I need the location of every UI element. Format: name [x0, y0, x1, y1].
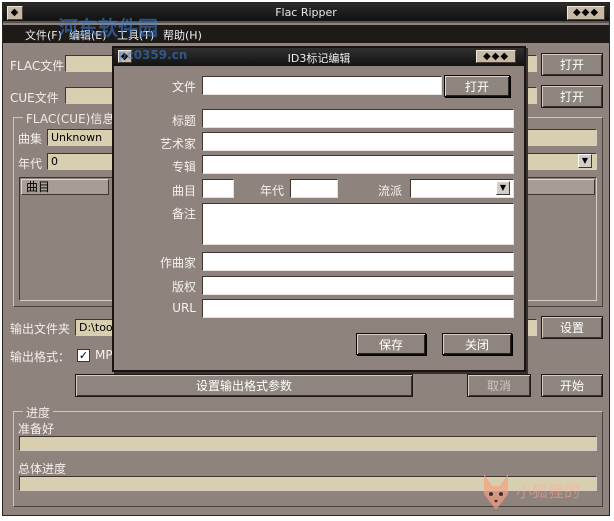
progress-group-box: [13, 411, 603, 507]
settings-button[interactable]: 设置: [541, 316, 603, 339]
album-label: 曲集: [18, 132, 43, 146]
dialog-window-controls[interactable]: ◆◆◆: [476, 50, 516, 63]
dialog-year-input[interactable]: [290, 179, 338, 198]
fox-logo-icon: [478, 470, 514, 514]
output-format-label: 输出格式：: [10, 350, 71, 364]
dialog-album-label: 专辑: [171, 160, 196, 174]
ready-status: 准备好: [18, 422, 55, 436]
menu-help[interactable]: 帮助(H): [163, 27, 202, 43]
info-group-title: FLAC(CUE)信息: [23, 110, 118, 127]
dialog-close-button[interactable]: 关闭: [442, 333, 512, 355]
dialog-file-input[interactable]: [202, 76, 442, 95]
dialog-composer-label: 作曲家: [159, 256, 196, 270]
total-progress-label: 总体进度: [18, 462, 67, 476]
id3-dialog: ◆ ID3标记编辑 ◆◆◆ 文件 打开 标题 艺术家 专辑 曲目 年代 流派 ▼…: [112, 46, 526, 372]
dialog-title-label: 标题: [171, 114, 196, 128]
dialog-url-input[interactable]: [202, 299, 514, 318]
track-column-header-right[interactable]: [527, 179, 595, 195]
watermark-site: 河东软件园: [58, 16, 158, 40]
menu-file[interactable]: 文件(F): [25, 27, 62, 43]
dialog-composer-input[interactable]: [202, 252, 514, 271]
year-label: 年代: [18, 157, 43, 171]
output-folder-label: 输出文件夹: [10, 322, 71, 336]
track-column-header[interactable]: 曲目: [21, 179, 109, 195]
watermark-url: pc0359.cn: [118, 48, 188, 62]
dialog-track-label: 曲目: [171, 184, 196, 198]
progress-group-title: 进度: [23, 404, 54, 421]
genre-dropdown-icon[interactable]: ▼: [578, 154, 592, 168]
file-progress-bar: [19, 436, 597, 451]
dialog-genre-dropdown-icon[interactable]: ▼: [496, 181, 510, 195]
mp3-label: MP: [95, 348, 113, 362]
flac-file-input[interactable]: [65, 55, 115, 72]
format-params-button[interactable]: 设置输出格式参数: [75, 374, 413, 397]
dialog-artist-input[interactable]: [202, 132, 514, 151]
output-folder-input[interactable]: D:\tool: [75, 319, 115, 336]
start-button[interactable]: 开始: [541, 374, 603, 397]
dialog-genre-label: 流派: [377, 184, 402, 198]
track-list[interactable]: 曲目: [19, 177, 115, 301]
cue-file-input[interactable]: [65, 87, 115, 104]
dialog-year-label: 年代: [259, 184, 284, 198]
watermark-corner: 小狐狸的: [516, 482, 581, 501]
year-input[interactable]: 0: [47, 153, 115, 170]
flac-file-label: FLAC文件: [10, 59, 65, 73]
album-input[interactable]: Unknown: [47, 129, 115, 146]
dialog-comment-label: 备注: [171, 207, 196, 221]
cue-file-input-end[interactable]: [525, 87, 537, 104]
mp3-checkbox[interactable]: ✓: [77, 349, 90, 362]
output-folder-input-end[interactable]: [525, 319, 537, 336]
flac-open-button[interactable]: 打开: [541, 53, 603, 76]
cancel-button[interactable]: 取消: [467, 374, 531, 397]
dialog-title-input[interactable]: [202, 109, 514, 128]
dialog-copyright-input[interactable]: [202, 276, 514, 295]
cue-open-button[interactable]: 打开: [541, 85, 603, 108]
track-list-right[interactable]: [525, 177, 597, 301]
dialog-file-label: 文件: [171, 80, 196, 94]
flac-file-input-end[interactable]: [525, 55, 537, 72]
dialog-album-input[interactable]: [202, 155, 514, 174]
dialog-track-input[interactable]: [202, 179, 234, 198]
dialog-url-label: URL: [172, 301, 196, 315]
dialog-artist-label: 艺术家: [159, 137, 196, 151]
dialog-comment-textarea[interactable]: [202, 203, 514, 245]
dialog-open-button[interactable]: 打开: [444, 75, 510, 97]
cue-file-label: CUE文件: [10, 91, 59, 105]
dialog-copyright-label: 版权: [171, 280, 196, 294]
window-controls[interactable]: ◆◆◆: [567, 6, 605, 20]
dialog-save-button[interactable]: 保存: [356, 333, 426, 355]
album-input-end[interactable]: [525, 129, 597, 146]
